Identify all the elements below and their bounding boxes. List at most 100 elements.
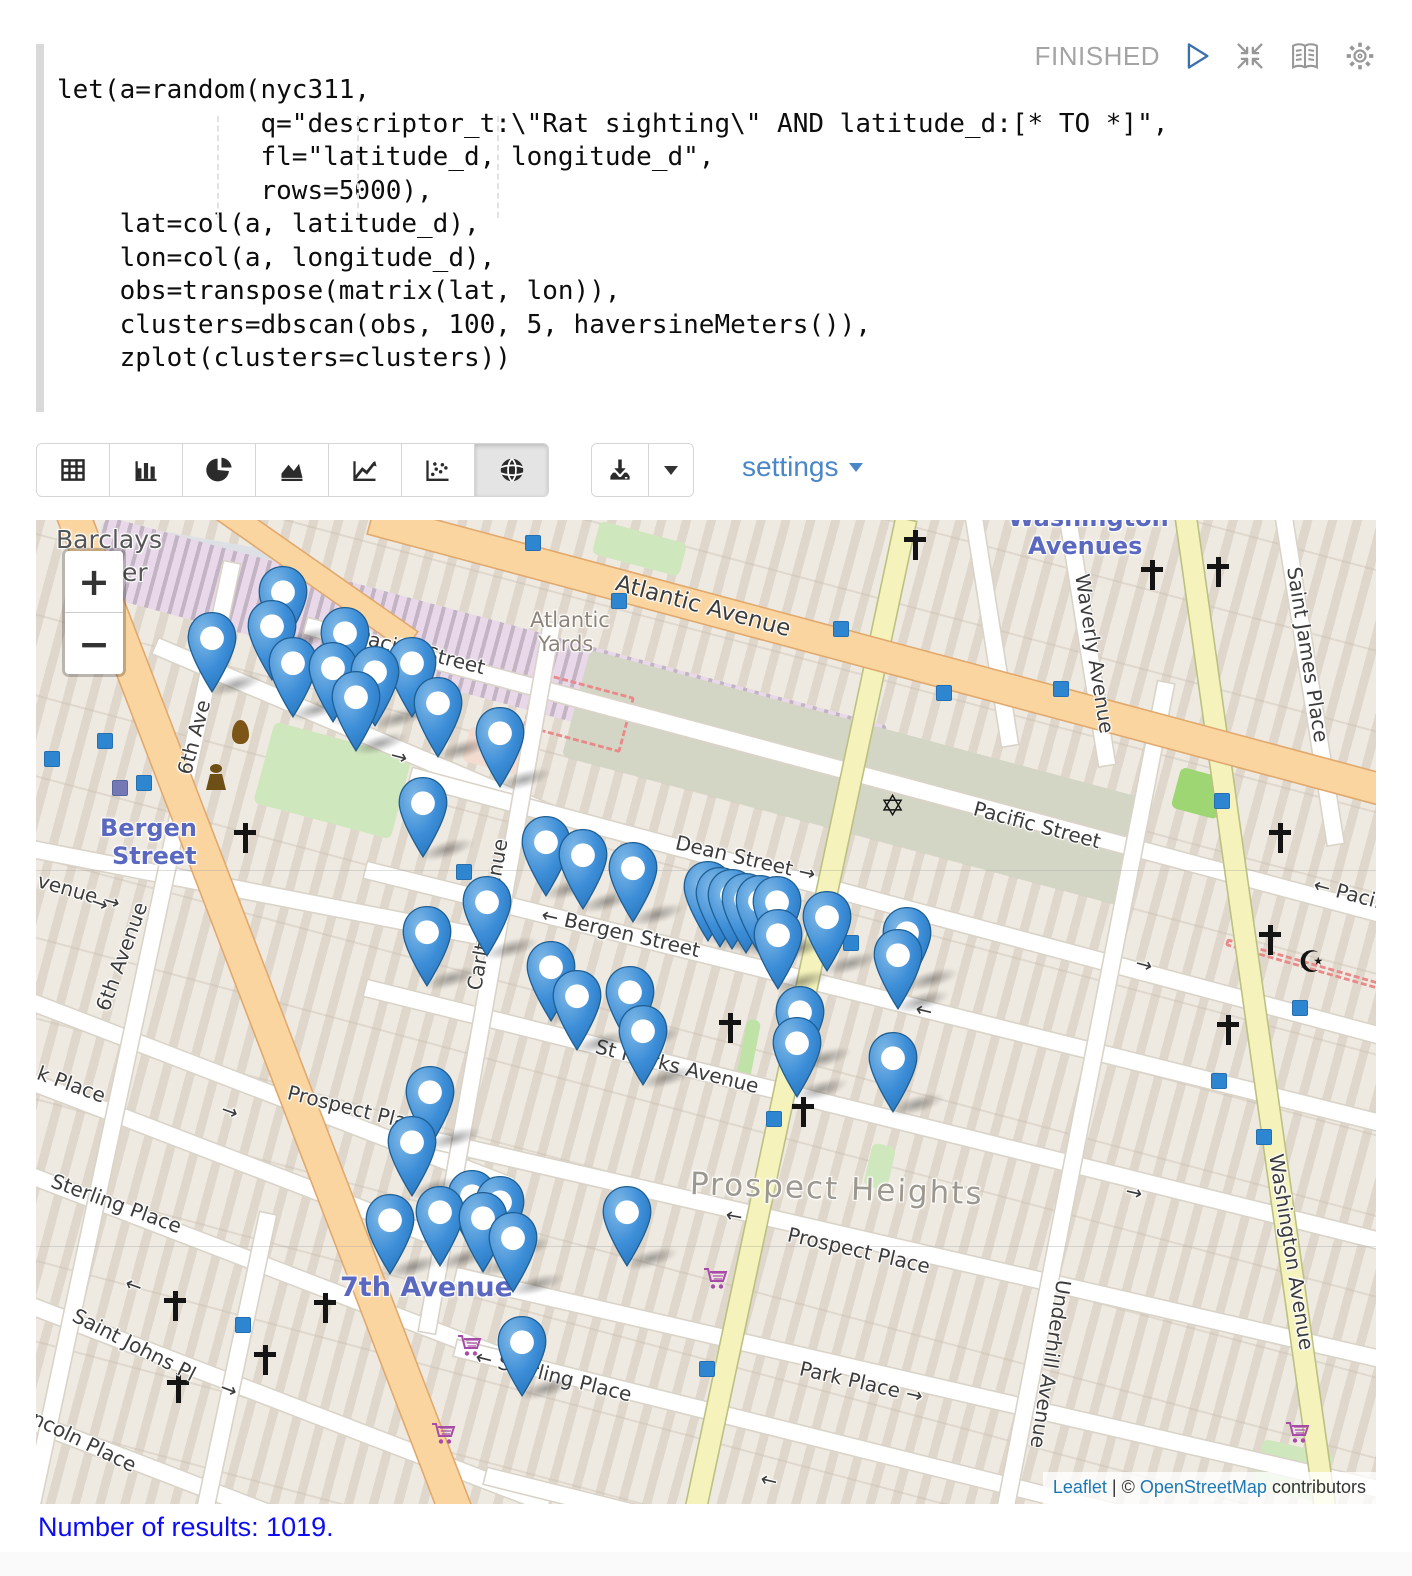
map-marker[interactable] bbox=[397, 776, 449, 858]
cluster-point[interactable] bbox=[699, 1361, 715, 1377]
cluster-point[interactable] bbox=[833, 621, 849, 637]
church-cross-icon bbox=[1215, 1015, 1241, 1045]
map-marker[interactable] bbox=[401, 905, 453, 987]
cluster-point[interactable] bbox=[766, 1111, 782, 1127]
cluster-point[interactable] bbox=[112, 780, 128, 796]
map-marker[interactable] bbox=[867, 1031, 919, 1113]
church-cross-icon bbox=[312, 1293, 338, 1323]
community-centre-icon bbox=[206, 764, 226, 790]
zoom-out-button[interactable]: − bbox=[65, 613, 123, 674]
map-zoom-control: + − bbox=[62, 548, 126, 677]
church-cross-icon bbox=[1139, 560, 1165, 590]
map-marker[interactable] bbox=[617, 1004, 669, 1086]
cluster-point[interactable] bbox=[44, 751, 60, 767]
cluster-point[interactable] bbox=[611, 593, 627, 609]
map-marker[interactable] bbox=[487, 1211, 539, 1293]
church-cross-icon bbox=[252, 1345, 278, 1375]
code-editor[interactable]: let(a=random(nyc311, q="descriptor_t:\"R… bbox=[57, 74, 1168, 376]
map-marker[interactable] bbox=[607, 841, 659, 923]
map-label: Sterling Place bbox=[48, 1169, 185, 1238]
map-canvas: BarclayserAtlantic AvenueAtlanticYardsWa… bbox=[36, 520, 1376, 1504]
chart-line-button[interactable] bbox=[329, 444, 402, 496]
church-cross-icon bbox=[232, 823, 258, 853]
cluster-point[interactable] bbox=[235, 1317, 251, 1333]
cluster-point[interactable] bbox=[525, 535, 541, 551]
editor-gutter bbox=[36, 44, 44, 412]
chart-scatter-button[interactable] bbox=[402, 444, 475, 496]
indent-guide bbox=[497, 116, 499, 218]
leaflet-link[interactable]: Leaflet bbox=[1053, 1477, 1107, 1497]
map-label: Street bbox=[112, 842, 197, 870]
chart-map-globe-button[interactable] bbox=[475, 444, 548, 496]
church-cross-icon bbox=[717, 1013, 743, 1043]
map-marker[interactable] bbox=[771, 1016, 823, 1098]
map-marker[interactable] bbox=[364, 1193, 416, 1275]
notebook-paragraph: let(a=random(nyc311, q="descriptor_t:\"R… bbox=[36, 44, 1376, 418]
run-icon[interactable] bbox=[1182, 41, 1212, 71]
chart-pie-button[interactable] bbox=[183, 444, 256, 496]
gear-icon[interactable] bbox=[1344, 40, 1376, 72]
chart-bar-button[interactable] bbox=[110, 444, 183, 496]
indent-guide bbox=[217, 116, 219, 218]
settings-toggle[interactable]: settings bbox=[742, 451, 863, 483]
page-bottom-strip bbox=[0, 1552, 1412, 1576]
visualization-toolbar: settings bbox=[36, 443, 863, 497]
book-icon[interactable] bbox=[1288, 40, 1322, 72]
tile-seam bbox=[36, 1246, 1376, 1247]
map-attribution: Leaflet | © OpenStreetMap contributors bbox=[1043, 1472, 1376, 1504]
chart-area-button[interactable] bbox=[256, 444, 329, 496]
caret-down-icon bbox=[849, 463, 863, 472]
cluster-point[interactable] bbox=[936, 685, 952, 701]
map-label: ← bbox=[122, 1271, 146, 1299]
cluster-point[interactable] bbox=[1256, 1129, 1272, 1145]
cluster-point[interactable] bbox=[1214, 793, 1230, 809]
map-marker[interactable] bbox=[601, 1185, 653, 1267]
cluster-point[interactable] bbox=[1292, 1000, 1308, 1016]
map-marker[interactable] bbox=[557, 828, 609, 910]
church-cross-icon bbox=[162, 1291, 188, 1321]
caret-down-icon bbox=[664, 466, 678, 475]
zoom-in-button[interactable]: + bbox=[65, 551, 123, 613]
map-marker[interactable] bbox=[496, 1315, 548, 1397]
map-label: Bergen bbox=[100, 814, 197, 842]
collapse-icon[interactable] bbox=[1234, 40, 1266, 72]
map-label: Avenues bbox=[1028, 532, 1142, 560]
cluster-point[interactable] bbox=[1053, 681, 1069, 697]
attribution-contributors: contributors bbox=[1267, 1477, 1366, 1497]
cluster-point[interactable] bbox=[1211, 1073, 1227, 1089]
map-label: ← bbox=[758, 1466, 780, 1493]
map-road bbox=[966, 520, 1018, 746]
cluster-point[interactable] bbox=[136, 775, 152, 791]
map-label: venue → bbox=[36, 868, 123, 914]
church-cross-icon bbox=[1267, 823, 1293, 853]
map-marker[interactable] bbox=[461, 875, 513, 957]
map-marker[interactable] bbox=[801, 890, 853, 972]
map-marker[interactable] bbox=[330, 670, 382, 752]
map-marker[interactable] bbox=[752, 908, 804, 990]
indent-guide bbox=[357, 116, 359, 218]
download-options-button[interactable] bbox=[649, 444, 693, 496]
map-marker[interactable] bbox=[474, 706, 526, 788]
supermarket-cart-icon bbox=[430, 1421, 457, 1450]
synagogue-star-icon: ✡ bbox=[880, 792, 905, 822]
map-marker[interactable] bbox=[412, 676, 464, 758]
paragraph-status-bar: FINISHED bbox=[1035, 40, 1376, 72]
leaflet-map[interactable]: BarclayserAtlantic AvenueAtlanticYardsWa… bbox=[36, 520, 1376, 1504]
map-marker[interactable] bbox=[551, 969, 603, 1051]
supermarket-cart-icon bbox=[702, 1266, 729, 1295]
settings-label: settings bbox=[742, 451, 839, 483]
map-label: Yards bbox=[538, 632, 593, 656]
map-marker[interactable] bbox=[872, 928, 924, 1010]
status-finished: FINISHED bbox=[1035, 41, 1160, 72]
chart-table-button[interactable] bbox=[37, 444, 110, 496]
map-label: Washington Avenue bbox=[1264, 1152, 1319, 1352]
openstreetmap-link[interactable]: OpenStreetMap bbox=[1140, 1477, 1267, 1497]
download-button[interactable] bbox=[592, 444, 649, 496]
download-group bbox=[591, 443, 694, 497]
map-marker[interactable] bbox=[186, 611, 238, 693]
cluster-point[interactable] bbox=[97, 733, 113, 749]
fire-station-icon bbox=[232, 720, 249, 744]
map-label: Atlantic bbox=[530, 608, 610, 632]
chart-type-group bbox=[36, 443, 549, 497]
church-cross-icon bbox=[1257, 925, 1283, 955]
